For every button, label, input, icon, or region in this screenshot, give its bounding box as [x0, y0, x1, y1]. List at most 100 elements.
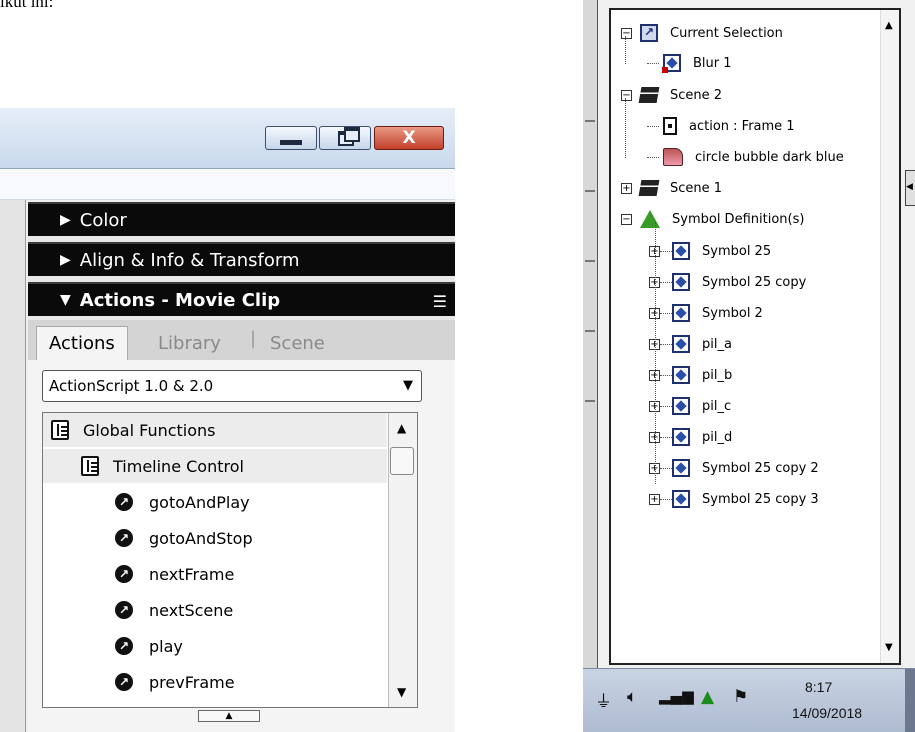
- actionscript-version-select[interactable]: ActionScript 1.0 & 2.0 ▼: [42, 370, 422, 402]
- symbol-icon: [672, 335, 690, 353]
- scene-tree: − ↗ Current Selection Blur 1 − Scene 2 action …: [609, 8, 901, 665]
- panel-header-color[interactable]: ▶ Color: [28, 202, 455, 236]
- book-icon: [81, 456, 99, 476]
- panel-options-icon[interactable]: ☰: [433, 292, 447, 311]
- tree-symbol-item[interactable]: + pil_d: [649, 424, 732, 450]
- tree-scene-2[interactable]: − Scene 2: [621, 82, 722, 108]
- tree-action-frame[interactable]: action : Frame 1: [647, 113, 795, 139]
- symbol-icon: [672, 459, 690, 477]
- tree-symbol-item[interactable]: + Symbol 25 copy 3: [649, 486, 819, 512]
- collapse-icon[interactable]: −: [621, 89, 632, 101]
- panel-tabs: Actions Library | Scene: [28, 320, 455, 360]
- panel-header-align[interactable]: ▶ Align & Info & Transform: [28, 242, 455, 276]
- tree-function-item[interactable]: ↗ gotoAndStop: [43, 521, 387, 555]
- tree-function-item[interactable]: ↗ play: [43, 629, 387, 663]
- symbol-icon: [672, 304, 690, 322]
- expand-icon[interactable]: +: [621, 182, 632, 194]
- collapse-icon[interactable]: −: [621, 213, 632, 225]
- tree-folder-item[interactable]: Global Functions: [43, 413, 387, 447]
- tree-folder-item[interactable]: Timeline Control: [43, 449, 387, 483]
- flash-window: X ▶ Color ▶ Align & Info & Transform ▼ A…: [0, 108, 455, 732]
- tree-item-label: Symbol 25 copy 2: [702, 460, 819, 476]
- tree-function-item[interactable]: ↗ nextFrame: [43, 557, 387, 591]
- tree-item-label: prevFrame: [149, 672, 235, 692]
- panel-stack: ▶ Color ▶ Align & Info & Transform ▼ Act…: [28, 202, 455, 732]
- tree-item-label: pil_a: [702, 336, 732, 352]
- tree-scrollbar[interactable]: ▲ ▼: [388, 413, 417, 707]
- pane-splitter-handle[interactable]: ▲: [198, 710, 260, 722]
- frame-icon: [663, 117, 677, 135]
- panel-header-actions[interactable]: ▼ Actions - Movie Clip ☰: [28, 282, 455, 316]
- actions-toolbox: ActionScript 1.0 & 2.0 ▼ Global Function…: [28, 360, 455, 732]
- tree-connector-line: [625, 36, 626, 64]
- tree-function-item[interactable]: ↗ prevFrame: [43, 665, 387, 699]
- minimize-button[interactable]: [265, 126, 317, 150]
- actions-tree: Global Functions Timeline Control ↗ gotoAnd…: [42, 412, 418, 708]
- tree-function-item[interactable]: ↗ nextScene: [43, 593, 387, 627]
- tree-scene-1[interactable]: + Scene 1: [621, 175, 722, 201]
- tree-item-label: Symbol 25 copy 3: [702, 491, 819, 507]
- expand-icon[interactable]: +: [649, 493, 660, 505]
- collapse-icon[interactable]: −: [621, 27, 632, 39]
- tree-item-label: nextFrame: [149, 564, 235, 584]
- scene-navigator-window: − ↗ Current Selection Blur 1 − Scene 2 action …: [583, 0, 915, 732]
- tree-item-label: Symbol Definition(s): [672, 211, 805, 227]
- restore-button[interactable]: [319, 126, 371, 150]
- tree-symbol-item[interactable]: + pil_a: [649, 331, 732, 357]
- tree-item-label: gotoAndStop: [149, 528, 253, 548]
- signal-bars-icon[interactable]: ▂▄▆: [659, 687, 694, 705]
- scroll-down-icon[interactable]: ▼: [397, 685, 406, 699]
- tree-item-label: gotoAndPlay: [149, 492, 250, 512]
- scroll-up-icon[interactable]: ▲: [885, 20, 893, 31]
- tab-actions[interactable]: Actions: [36, 326, 128, 360]
- scroll-down-icon[interactable]: ▼: [885, 642, 893, 653]
- symbol-icon: [672, 490, 690, 508]
- scroll-up-icon[interactable]: ▲: [397, 421, 406, 435]
- tree-item-label: action : Frame 1: [689, 118, 795, 134]
- tree-item-label: Scene 1: [670, 180, 723, 196]
- tree-symbol-item[interactable]: + pil_c: [649, 393, 731, 419]
- flag-error-icon[interactable]: ⚑: [733, 687, 748, 707]
- expanded-triangle-icon: ▼: [60, 292, 71, 308]
- panel-drag-strip[interactable]: [583, 0, 598, 668]
- tree-connector-line: [655, 222, 656, 484]
- scene-clapper-icon: [638, 87, 660, 103]
- tree-symbol-definitions[interactable]: − Symbol Definition(s): [621, 206, 804, 232]
- collapse-arrow-icon[interactable]: ◀: [905, 170, 915, 206]
- tree-symbol-item[interactable]: + pil_b: [649, 362, 732, 388]
- scroll-thumb[interactable]: [390, 447, 414, 475]
- tab-scene[interactable]: Scene: [258, 326, 337, 360]
- warning-triangle-icon[interactable]: ▲: [701, 687, 714, 707]
- tree-item-label: Global Functions: [83, 420, 216, 440]
- clock-date[interactable]: 14/09/2018: [792, 705, 862, 721]
- tree-item-label: pil_b: [702, 367, 733, 383]
- select-value: ActionScript 1.0 & 2.0: [49, 377, 214, 395]
- tree-item-label: Blur 1: [693, 55, 732, 71]
- tree-item-label: play: [149, 636, 183, 656]
- panel-title: Actions - Movie Clip: [79, 289, 281, 311]
- network-plug-icon[interactable]: ⏚: [595, 687, 612, 712]
- speaker-icon[interactable]: 🔈︎: [627, 687, 637, 707]
- tab-library[interactable]: Library: [146, 326, 233, 360]
- show-desktop-button[interactable]: [905, 669, 915, 732]
- menu-bar: [0, 169, 455, 200]
- restore-icon-back: [344, 127, 360, 142]
- function-icon: ↗: [115, 493, 133, 511]
- tree-symbol-item[interactable]: + Symbol 25 copy: [649, 269, 806, 295]
- tree-item-blur[interactable]: Blur 1: [647, 50, 732, 76]
- tree-current-selection[interactable]: − ↗ Current Selection: [621, 20, 783, 46]
- tree-symbol-item[interactable]: + Symbol 25 copy 2: [649, 455, 819, 481]
- function-icon: ↗: [115, 637, 133, 655]
- tree-function-item[interactable]: ↗ gotoAndPlay: [43, 485, 387, 519]
- clock-time[interactable]: 8:17: [805, 679, 832, 695]
- scene-tree-scrollbar[interactable]: ▲ ▼: [880, 10, 899, 663]
- book-icon: [51, 420, 69, 440]
- symbol-icon: [672, 242, 690, 260]
- tree-item-label: Symbol 2: [702, 305, 763, 321]
- tree-symbol-item[interactable]: + Symbol 25: [649, 238, 771, 264]
- tree-symbol-item[interactable]: + Symbol 2: [649, 300, 763, 326]
- tree-item-label: Symbol 25: [702, 243, 772, 259]
- tree-connector-line: [625, 98, 626, 158]
- tree-circle-bubble[interactable]: circle bubble dark blue: [647, 144, 844, 170]
- close-button[interactable]: X: [374, 126, 444, 150]
